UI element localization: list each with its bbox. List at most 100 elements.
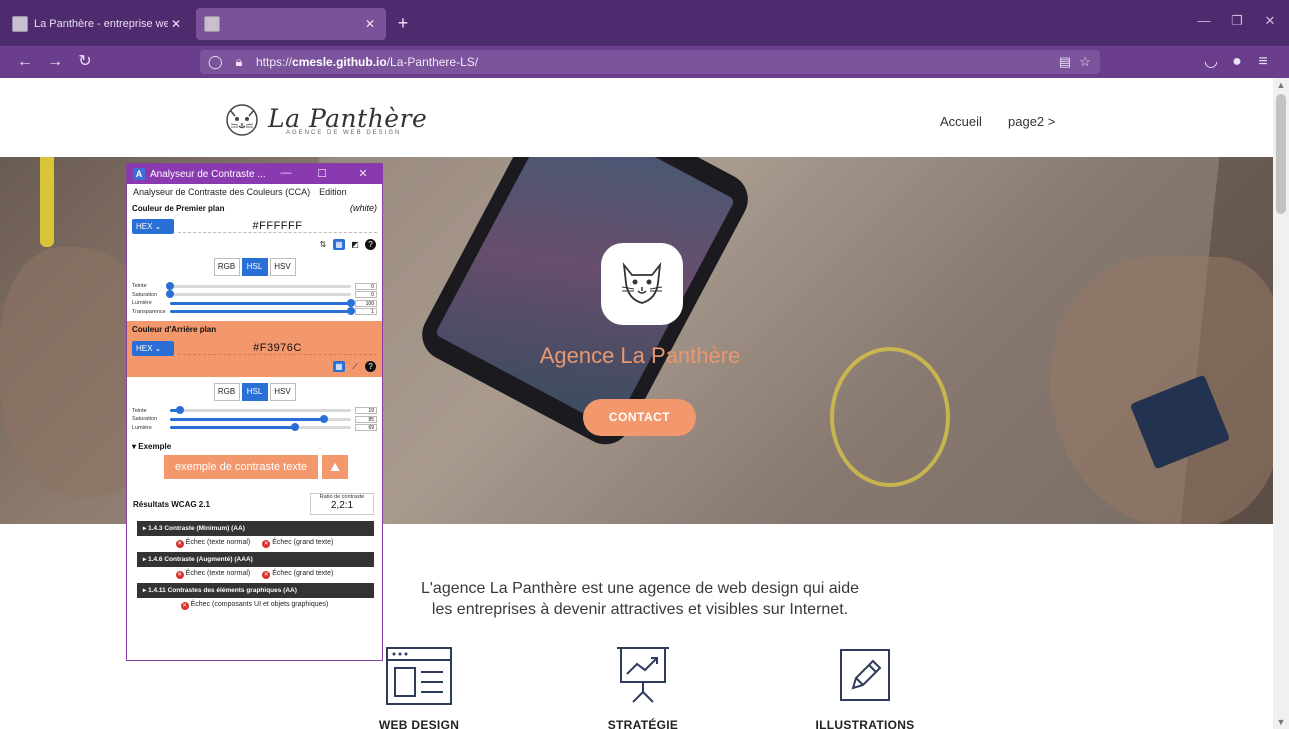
swap-colors-icon[interactable]: ⇅ (317, 239, 329, 250)
foreground-format-select[interactable]: HEX ⌄ (132, 218, 174, 234)
wcag-criterion-header[interactable]: ▸ 1.4.6 Contraste (Augmenté) (AAA) (137, 552, 374, 567)
window-minimize-icon[interactable]: — (1192, 13, 1216, 28)
scroll-down-icon[interactable]: ▼ (1273, 717, 1289, 727)
slider-value-input[interactable]: 19 (355, 407, 377, 414)
page-scrollbar[interactable]: ▲ ▼ (1273, 78, 1289, 729)
background-slider-track[interactable] (170, 406, 351, 414)
slider-handle[interactable] (319, 414, 328, 423)
slider-handle[interactable] (347, 298, 355, 307)
slider-handle[interactable] (290, 423, 299, 431)
slider-value-input[interactable]: 0 (355, 291, 377, 298)
bookmark-star-icon[interactable]: ☆ (1076, 54, 1094, 70)
service-illustrations[interactable]: ILLUSTRATIONS (810, 646, 920, 729)
wcag-results-header: Résultats WCAG 2.1 Ratio de contraste 2,… (127, 479, 382, 519)
reader-view-icon[interactable]: ▤ (1056, 54, 1074, 70)
forward-arrow-icon[interactable]: → (44, 51, 66, 73)
pocket-icon[interactable]: ◡ (1200, 51, 1222, 73)
help-icon[interactable]: ? (365, 361, 376, 372)
back-arrow-icon[interactable]: ← (14, 51, 36, 73)
extension-icon[interactable]: ● (1226, 51, 1248, 73)
foreground-slider-track[interactable] (170, 298, 355, 307)
slider-value-input[interactable]: 69 (355, 424, 377, 431)
nav-page2[interactable]: page2 > (1008, 114, 1055, 129)
foreground-slider-track[interactable] (166, 281, 351, 290)
slider-handle[interactable] (175, 406, 184, 414)
intro-text: L'agence La Panthère est une agence de w… (370, 578, 910, 620)
menu-item-edition[interactable]: Edition (319, 187, 347, 197)
eyedropper-icon[interactable]: ◩ (349, 239, 361, 250)
wcag-result-fail: ✕ Échec (grand texte) (262, 570, 333, 579)
slider-value-input[interactable]: 100 (355, 299, 377, 307)
hero-title: Agence La Panthère (539, 343, 741, 368)
window-minimize-icon[interactable]: — (277, 167, 295, 179)
close-icon[interactable]: ✕ (362, 17, 378, 31)
window-restore-icon[interactable]: ❐ (1225, 13, 1249, 29)
wcag-result-row: ✕ Échec (texte normal) ✕ Échec (grand texte… (127, 536, 382, 550)
color-picker-grid-icon[interactable]: ▦ (333, 238, 345, 250)
browser-tab-la-panthere[interactable]: La Panthère - entreprise web de ✕ (4, 8, 192, 40)
slider-value-input[interactable]: 85 (355, 415, 377, 423)
background-mode-tab-rgb[interactable]: RGB (213, 382, 240, 401)
intro-line: les entreprises à devenir attractives et… (431, 601, 849, 618)
slider-label: Teinte (132, 407, 147, 414)
service-strategie[interactable]: STRATÉGIE (588, 646, 698, 729)
color-picker-grid-icon[interactable]: ▦ (333, 361, 345, 372)
foreground-hex-row: HEX ⌄ #FFFFFF (127, 216, 382, 236)
foreground-mode-tab-hsl[interactable]: HSL (241, 258, 268, 276)
example-graphic-icon: ⛰ (322, 455, 348, 479)
hero-logo-badge (601, 243, 683, 325)
window-maximize-icon[interactable]: ☐ (313, 167, 331, 180)
foreground-tools: ⇅ ▦ ◩ ? (127, 236, 382, 252)
background-hex-input[interactable]: #F3976C (178, 342, 377, 355)
example-heading[interactable]: ▾ Exemple (127, 432, 382, 455)
foreground-slider-track[interactable] (170, 307, 355, 315)
foreground-slider-track[interactable] (166, 290, 351, 298)
foreground-hex-input[interactable]: #FFFFFF (178, 220, 377, 233)
slider-value-input[interactable]: 1 (355, 308, 377, 315)
wcag-result-text: Échec (texte normal) (185, 538, 251, 546)
wcag-criterion-header[interactable]: ▸ 1.4.3 Contraste (Minimum) (AA) (137, 521, 374, 536)
menu-item-cca[interactable]: Analyseur de Contraste des Couleurs (CCA… (133, 187, 310, 197)
background-mode-tabs: RGB HSL HSV (127, 377, 382, 407)
contact-button[interactable]: CONTACT (583, 399, 696, 436)
nav-accueil[interactable]: Accueil (940, 114, 982, 129)
scroll-up-icon[interactable]: ▲ (1273, 80, 1289, 90)
background-slider-track[interactable] (170, 423, 351, 431)
eyedropper-icon[interactable]: ⟋ (349, 361, 361, 372)
background-format-select[interactable]: HEX ⌄ (132, 341, 174, 356)
help-icon[interactable]: ? (365, 238, 376, 250)
reload-icon[interactable]: ↻ (74, 51, 96, 73)
background-mode-tab-hsv[interactable]: HSV (269, 382, 296, 401)
background-slider-track[interactable] (170, 414, 351, 423)
url-text: https://cmesle.github.io/La-Panthere-LS/ (256, 55, 479, 69)
background-sliders: Teinte 19 Saturation 85 Lumière 69 (127, 406, 382, 432)
lock-icon[interactable]: 🔒︎ (232, 54, 246, 70)
slider-handle[interactable] (166, 281, 174, 290)
cca-title: Analyseur de Contraste ... (150, 168, 266, 180)
new-tab-plus-icon[interactable]: + (392, 12, 414, 34)
browser-tab-active[interactable]: ✕ (196, 8, 386, 40)
foreground-mode-tab-rgb[interactable]: RGB (213, 258, 240, 276)
menu-hamburger-icon[interactable]: ≡ (1252, 51, 1274, 73)
window-close-icon[interactable]: ✕ (354, 167, 372, 180)
slider-value-input[interactable]: 0 (355, 282, 377, 290)
background-mode-tab-hsl[interactable]: HSL (241, 382, 268, 401)
slider-handle[interactable] (347, 307, 355, 315)
fail-icon: ✕ (180, 601, 189, 610)
foreground-slider-row: Saturation 0 (127, 290, 382, 299)
site-logo[interactable]: La Panthère AGENCE DE WEB DESIGN (222, 100, 427, 140)
cca-titlebar[interactable]: A Analyseur de Contraste ... — ☐ ✕ (127, 164, 382, 184)
wcag-result-fail: ✕ Échec (grand texte) (262, 539, 333, 548)
address-bar[interactable]: ◯ 🔒︎ https://cmesle.github.io/La-Panther… (200, 50, 1100, 74)
presentation-chart-icon (617, 647, 669, 703)
wcag-criterion-header[interactable]: ▸ 1.4.11 Contrastes des éléments graphiq… (137, 583, 374, 598)
foreground-mode-tab-hsv[interactable]: HSV (269, 258, 296, 276)
background-section: Couleur d'Arrière plan HEX ⌄ #F3976C ▦ ⟋… (127, 320, 382, 377)
background-slider-row: Lumière 69 (127, 423, 382, 432)
window-close-icon[interactable]: ✕ (1258, 13, 1282, 29)
scroll-thumb[interactable] (1276, 94, 1286, 214)
pencil-frame-icon (840, 649, 890, 701)
slider-handle[interactable] (166, 290, 174, 298)
close-icon[interactable]: ✕ (168, 17, 184, 31)
shield-icon[interactable]: ◯ (208, 54, 223, 70)
